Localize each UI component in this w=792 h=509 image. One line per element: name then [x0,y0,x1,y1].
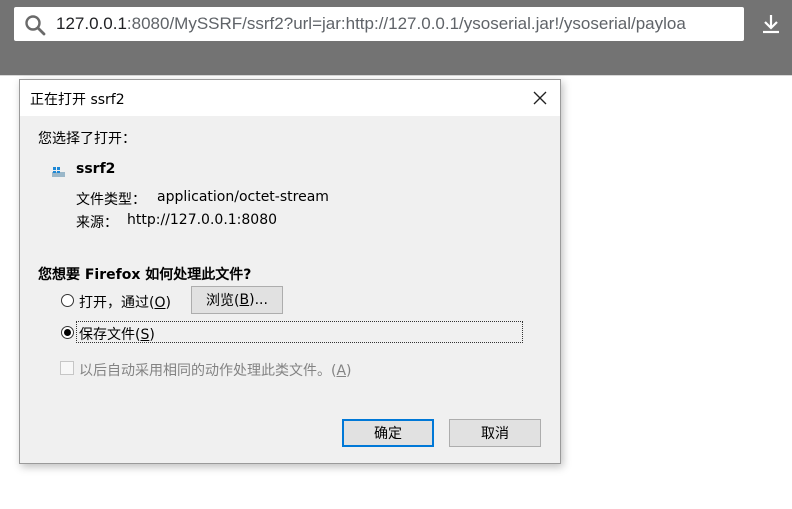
search-icon [25,15,46,36]
dialog-title: 正在打开 ssrf2 [30,92,125,108]
source-label: 来源： [76,215,118,231]
open-with-accesskey: O [154,295,166,311]
dialog-titlebar: 正在打开 ssrf2 [20,80,560,116]
close-icon[interactable] [530,88,550,108]
url-path: :8080/MySSRF/ssrf2?url=jar:http://127.0.… [126,14,686,33]
intro-label: 您选择了打开： [38,131,136,147]
open-with-radio[interactable] [61,294,74,307]
ok-button[interactable]: 确定 [342,419,434,447]
auto-text: 以后自动采用相同的动作处理此类文件。( [79,363,337,379]
url-text[interactable]: 127.0.0.1:8080/MySSRF/ssrf2?url=jar:http… [56,13,740,35]
file-type-value: application/octet-stream [157,189,329,205]
save-file-label[interactable]: 保存文件(S) [79,324,155,344]
open-with-label[interactable]: 打开，通过(O) [79,292,171,312]
browse-end: )... [249,292,268,308]
auto-end: ) [346,363,352,379]
auto-accesskey: A [336,363,347,379]
url-host: 127.0.0.1 [56,14,127,33]
source-value: http://127.0.0.1:8080 [127,212,278,228]
url-bar[interactable]: 127.0.0.1:8080/MySSRF/ssrf2?url=jar:http… [14,7,744,41]
open-file-dialog: 正在打开 ssrf2 您选择了打开： ssrf2 文件类型： applicati… [19,79,561,464]
browse-button[interactable]: 浏览(B)... [191,286,283,314]
auto-action-checkbox[interactable] [60,361,74,375]
browse-accesskey: B [239,292,250,308]
file-type-label: 文件类型： [76,192,146,208]
open-with-text: 打开，通过( [79,295,155,311]
download-icon[interactable] [760,13,782,35]
save-text: 保存文件( [79,327,141,343]
browse-text: 浏览( [206,293,240,309]
toolbar-divider [0,75,792,76]
open-with-end: ) [165,295,171,311]
browser-toolbar: 127.0.0.1:8080/MySSRF/ssrf2?url=jar:http… [0,0,792,75]
file-name: ssrf2 [76,161,116,177]
save-file-radio[interactable] [61,326,74,339]
file-type-icon [52,167,65,177]
cancel-button[interactable]: 取消 [449,419,541,447]
save-end: ) [149,327,155,343]
auto-action-label: 以后自动采用相同的动作处理此类文件。(A) [79,360,352,380]
question-label: 您想要 Firefox 如何处理此文件? [38,267,252,283]
